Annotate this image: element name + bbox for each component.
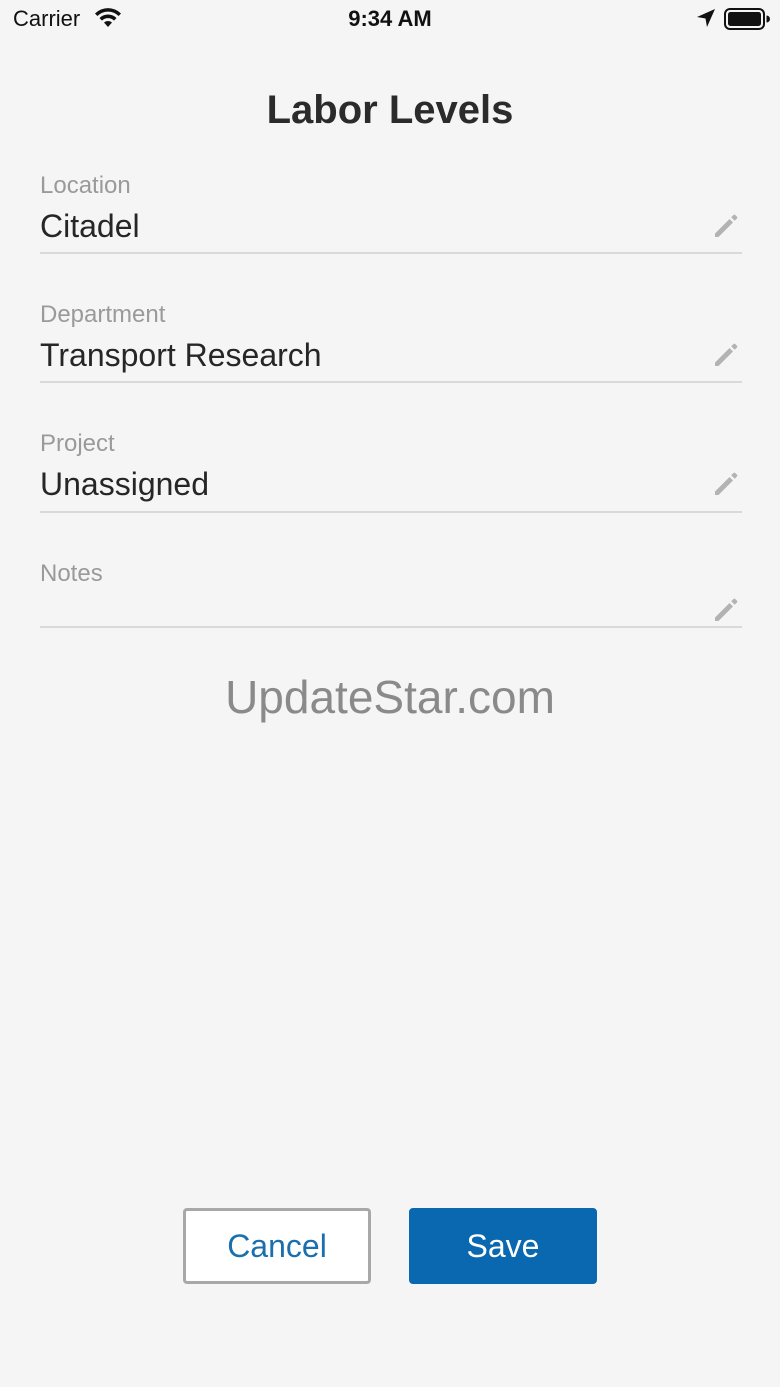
location-arrow-icon bbox=[697, 9, 715, 27]
location-value[interactable]: Citadel bbox=[40, 208, 140, 245]
location-label: Location bbox=[40, 172, 131, 199]
pencil-icon[interactable] bbox=[712, 210, 742, 240]
pencil-icon[interactable] bbox=[712, 339, 742, 369]
notes-field[interactable]: Notes bbox=[40, 560, 742, 628]
status-bar: Carrier 9:34 AM bbox=[0, 0, 780, 40]
notes-label: Notes bbox=[40, 560, 103, 587]
cancel-button[interactable]: Cancel bbox=[183, 1208, 371, 1284]
location-field[interactable]: Location Citadel bbox=[40, 172, 742, 254]
project-value[interactable]: Unassigned bbox=[40, 466, 209, 503]
department-value[interactable]: Transport Research bbox=[40, 337, 322, 374]
department-label: Department bbox=[40, 301, 166, 328]
project-field[interactable]: Project Unassigned bbox=[40, 430, 742, 513]
pencil-icon[interactable] bbox=[712, 468, 742, 498]
save-button[interactable]: Save bbox=[409, 1208, 597, 1284]
status-time: 9:34 AM bbox=[348, 6, 432, 31]
department-field[interactable]: Department Transport Research bbox=[40, 301, 742, 383]
battery-icon bbox=[724, 8, 770, 30]
page-title: Labor Levels bbox=[266, 88, 514, 132]
watermark: UpdateStar.com bbox=[225, 671, 555, 723]
pencil-icon[interactable] bbox=[712, 594, 742, 624]
project-label: Project bbox=[40, 430, 115, 457]
